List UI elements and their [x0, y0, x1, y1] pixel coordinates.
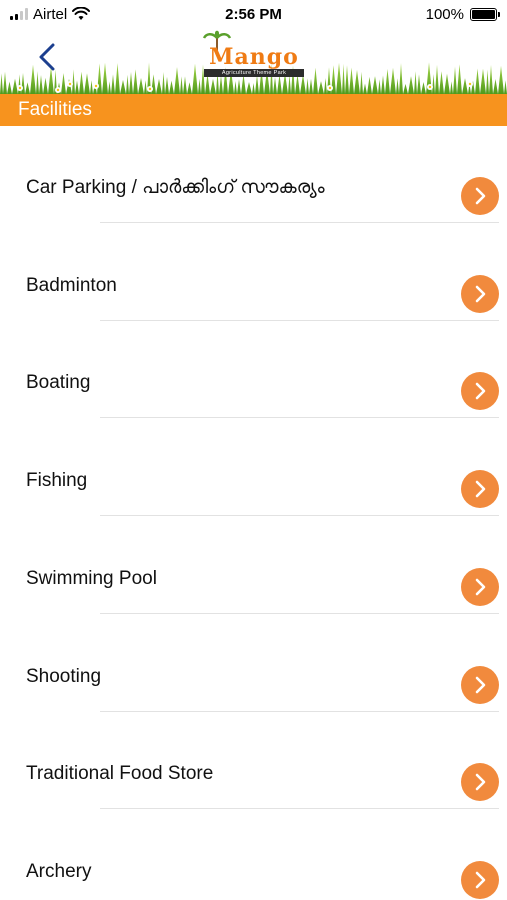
status-left: Airtel: [10, 5, 91, 23]
facility-row[interactable]: Shooting: [0, 615, 507, 712]
page-title: Facilities: [18, 99, 92, 120]
logo: Mango Agriculture Theme Park: [198, 30, 310, 82]
chevron-right-icon[interactable]: [461, 665, 499, 704]
chevron-right-icon[interactable]: [461, 860, 499, 899]
chevron-right-icon[interactable]: [461, 177, 499, 215]
chevron-right-icon[interactable]: [461, 763, 499, 802]
facility-label: Badminton: [26, 274, 117, 296]
chevron-right-icon[interactable]: [461, 372, 499, 411]
facility-row[interactable]: Swimming Pool: [0, 517, 507, 614]
chevron-left-icon: [39, 43, 55, 71]
title-bar: Facilities: [0, 94, 507, 126]
facility-row[interactable]: Badminton: [0, 224, 507, 321]
status-bar: Airtel 2:56 PM 100%: [0, 0, 507, 28]
status-right: 100%: [425, 5, 500, 23]
logo-subtitle: Agriculture Theme Park: [204, 69, 304, 77]
facility-row[interactable]: Archery: [0, 810, 507, 900]
signal-icon: [10, 8, 28, 20]
facility-label: Fishing: [26, 470, 88, 492]
facility-label: Traditional Food Store: [26, 763, 214, 785]
facility-label: Boating: [26, 372, 91, 394]
facility-row[interactable]: Car Parking / പാർക്കിംഗ് സൗകര്യം: [0, 126, 507, 223]
battery-percent: 100%: [425, 5, 464, 23]
facility-row[interactable]: Traditional Food Store: [0, 712, 507, 810]
facility-label: Car Parking / പാർക്കിംഗ് സൗകര്യം: [26, 177, 325, 198]
chevron-right-icon[interactable]: [461, 567, 499, 606]
facility-row[interactable]: Boating: [0, 321, 507, 419]
logo-title: Mango: [209, 44, 299, 70]
status-time: 2:56 PM: [225, 5, 282, 23]
facility-row[interactable]: Fishing: [0, 419, 507, 517]
facility-label: Swimming Pool: [26, 567, 157, 589]
wifi-icon: [72, 7, 91, 20]
chevron-right-icon[interactable]: [461, 274, 499, 313]
battery-icon: [470, 7, 500, 21]
chevron-right-icon[interactable]: [461, 470, 499, 509]
facility-label: Shooting: [26, 665, 102, 687]
facility-label: Archery: [26, 860, 92, 882]
header: Mango Agriculture Theme Park: [0, 28, 507, 94]
carrier-name: Airtel: [33, 5, 68, 23]
back-button[interactable]: [34, 40, 60, 74]
